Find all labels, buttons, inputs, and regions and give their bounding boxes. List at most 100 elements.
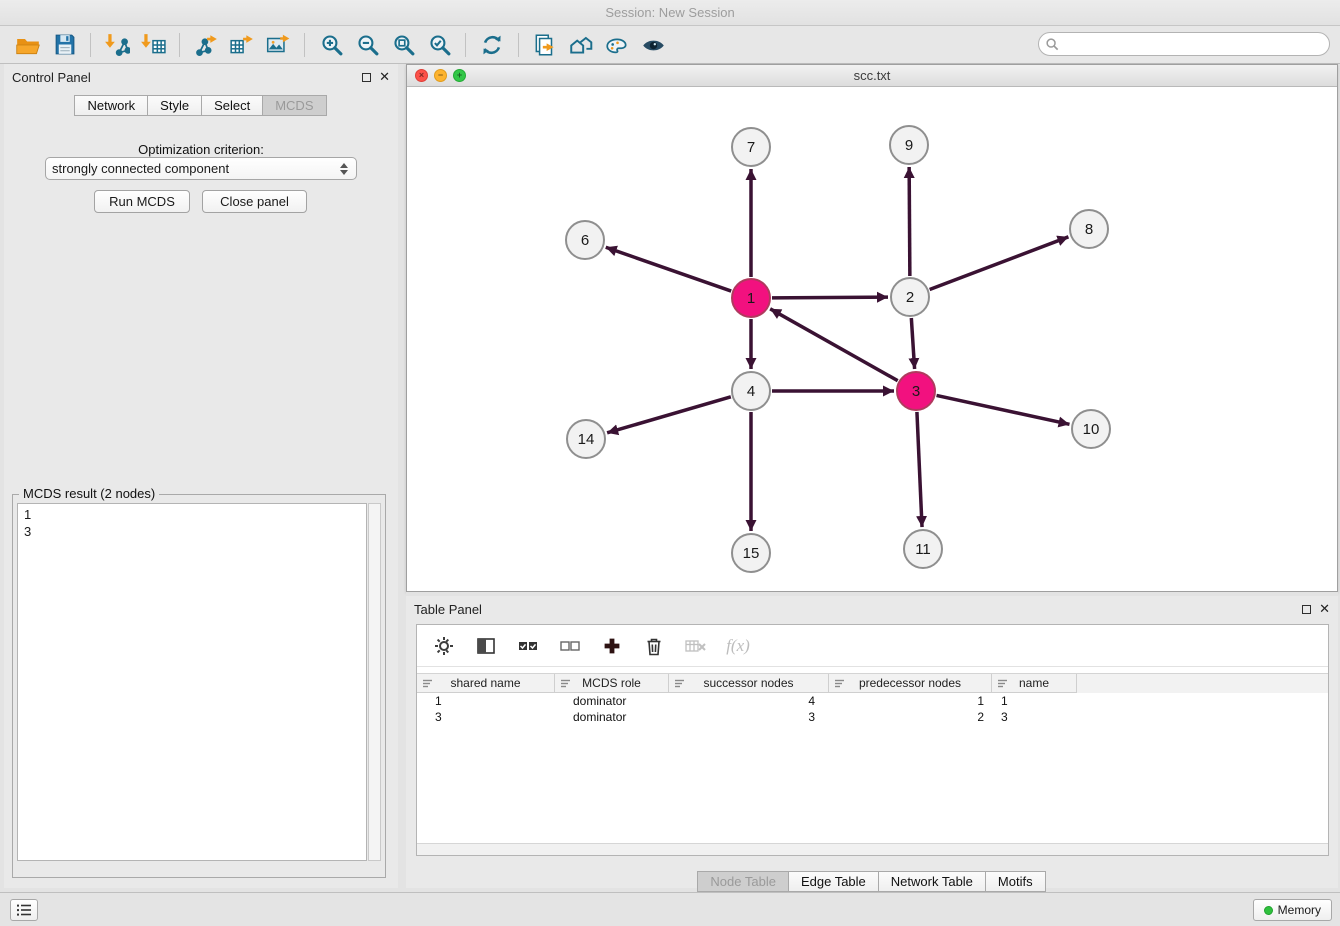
table-cell[interactable]: 3 bbox=[417, 709, 555, 725]
graph-edge-4-14[interactable] bbox=[607, 397, 731, 433]
graph-node-8[interactable]: 8 bbox=[1070, 210, 1108, 248]
tab-select[interactable]: Select bbox=[201, 95, 263, 116]
column-header-mcds-role[interactable]: MCDS role bbox=[555, 674, 669, 693]
graph-node-label: 15 bbox=[743, 545, 760, 562]
close-panel-button[interactable]: ✕ bbox=[379, 72, 390, 82]
select-all-button[interactable] bbox=[515, 633, 541, 659]
graph-edge-2-9[interactable] bbox=[909, 167, 910, 276]
table-header-row: shared name MCDS role successor nodesprede… bbox=[417, 673, 1328, 693]
show-columns-button[interactable] bbox=[473, 633, 499, 659]
import-network-button[interactable] bbox=[99, 29, 135, 61]
search-icon bbox=[1045, 37, 1060, 52]
graph-node-6[interactable]: 6 bbox=[566, 221, 604, 259]
deselect-all-button[interactable] bbox=[557, 633, 583, 659]
export-table-button[interactable] bbox=[224, 29, 260, 61]
tab-network[interactable]: Network bbox=[74, 95, 148, 116]
graph-node-label: 6 bbox=[581, 232, 589, 249]
criterion-select[interactable]: strongly connected component bbox=[45, 157, 357, 180]
table-cell[interactable]: 1 bbox=[829, 693, 992, 709]
table-row[interactable]: 3dominator323 bbox=[417, 709, 1328, 725]
table-settings-button[interactable] bbox=[431, 633, 457, 659]
table-cell[interactable]: dominator bbox=[555, 693, 669, 709]
column-header-label: shared name bbox=[450, 676, 520, 690]
tab-node-table[interactable]: Node Table bbox=[697, 871, 789, 892]
graph-node-label: 8 bbox=[1085, 221, 1093, 238]
graph-edge-3-11[interactable] bbox=[917, 412, 922, 527]
task-history-button[interactable] bbox=[10, 899, 38, 921]
table-row[interactable]: 1dominator411 bbox=[417, 693, 1328, 709]
table-cell[interactable]: 4 bbox=[669, 693, 829, 709]
tab-network-table[interactable]: Network Table bbox=[878, 871, 986, 892]
export-image-button[interactable] bbox=[260, 29, 296, 61]
zoom-fit-button[interactable] bbox=[385, 29, 421, 61]
zoom-out-button[interactable] bbox=[349, 29, 385, 61]
open-session-button[interactable] bbox=[10, 29, 46, 61]
column-header-shared-name[interactable]: shared name bbox=[417, 674, 555, 693]
memory-button[interactable]: Memory bbox=[1253, 899, 1332, 921]
column-header-name[interactable]: name bbox=[992, 674, 1077, 693]
mcds-result-list[interactable]: 13 bbox=[17, 503, 367, 861]
columns-icon bbox=[475, 635, 497, 657]
table-horizontal-scrollbar[interactable] bbox=[417, 843, 1328, 855]
import-table-button[interactable] bbox=[135, 29, 171, 61]
refresh-layout-button[interactable] bbox=[474, 29, 510, 61]
graph-node-14[interactable]: 14 bbox=[567, 420, 605, 458]
graph-node-11[interactable]: 11 bbox=[904, 530, 942, 568]
graph-edge-2-8[interactable] bbox=[930, 237, 1069, 290]
delete-column-button[interactable] bbox=[641, 633, 667, 659]
app-titlebar: Session: New Session bbox=[0, 0, 1340, 26]
zoom-selected-button[interactable] bbox=[421, 29, 457, 61]
result-scrollbar[interactable] bbox=[368, 503, 381, 861]
network-overview-button[interactable] bbox=[563, 29, 599, 61]
apply-style-button[interactable] bbox=[599, 29, 635, 61]
table-cell[interactable]: 1 bbox=[417, 693, 555, 709]
network-canvas[interactable]: 7 9 6 8 1 2 4 3 14 10 15 11 bbox=[407, 87, 1337, 591]
close-table-panel-button[interactable]: ✕ bbox=[1319, 604, 1330, 614]
graph-node-3[interactable]: 3 bbox=[897, 372, 935, 410]
import-table-icon bbox=[140, 32, 166, 58]
graph-node-label: 1 bbox=[747, 290, 755, 307]
save-session-button[interactable] bbox=[46, 29, 82, 61]
column-header-predecessor-nodes[interactable]: predecessor nodes bbox=[829, 674, 992, 693]
graph-edge-2-3[interactable] bbox=[911, 318, 914, 369]
copy-network-button[interactable] bbox=[527, 29, 563, 61]
control-panel-title: Control Panel bbox=[12, 70, 91, 85]
vertical-splitter[interactable] bbox=[398, 64, 406, 888]
table-cell[interactable]: 3 bbox=[992, 709, 1077, 725]
table-cell[interactable]: 2 bbox=[829, 709, 992, 725]
tab-style[interactable]: Style bbox=[147, 95, 202, 116]
table-panel-tabs: Node TableEdge TableNetwork TableMotifs bbox=[406, 871, 1338, 892]
float-table-panel-button[interactable] bbox=[1302, 605, 1311, 614]
graph-edge-3-1[interactable] bbox=[770, 309, 898, 381]
graph-node-4[interactable]: 4 bbox=[732, 372, 770, 410]
export-network-button[interactable] bbox=[188, 29, 224, 61]
graph-node-10[interactable]: 10 bbox=[1072, 410, 1110, 448]
graph-node-9[interactable]: 9 bbox=[890, 126, 928, 164]
graph-edge-1-2[interactable] bbox=[772, 297, 888, 298]
graph-edge-3-10[interactable] bbox=[937, 395, 1070, 424]
delete-table-button[interactable] bbox=[683, 633, 709, 659]
graph-edge-1-6[interactable] bbox=[606, 247, 731, 291]
zoom-in-button[interactable] bbox=[313, 29, 349, 61]
close-mcds-panel-button[interactable]: Close panel bbox=[202, 190, 307, 213]
tab-edge-table[interactable]: Edge Table bbox=[788, 871, 879, 892]
tab-mcds[interactable]: MCDS bbox=[262, 95, 326, 116]
table-cell[interactable]: 3 bbox=[669, 709, 829, 725]
graph-node-2[interactable]: 2 bbox=[891, 278, 929, 316]
tab-motifs[interactable]: Motifs bbox=[985, 871, 1046, 892]
table-cell[interactable]: dominator bbox=[555, 709, 669, 725]
float-panel-button[interactable] bbox=[362, 73, 371, 82]
function-builder-button[interactable]: f(x) bbox=[725, 633, 751, 659]
graph-node-7[interactable]: 7 bbox=[732, 128, 770, 166]
column-header-label: MCDS role bbox=[582, 676, 641, 690]
column-header-successor-nodes[interactable]: successor nodes bbox=[669, 674, 829, 693]
run-mcds-button[interactable]: Run MCDS bbox=[94, 190, 190, 213]
graph-node-15[interactable]: 15 bbox=[732, 534, 770, 572]
add-column-button[interactable] bbox=[599, 633, 625, 659]
export-table-icon bbox=[229, 32, 255, 58]
show-hide-button[interactable] bbox=[635, 29, 671, 61]
search-input[interactable] bbox=[1060, 35, 1329, 53]
table-cell[interactable]: 1 bbox=[992, 693, 1077, 709]
graph-node-1[interactable]: 1 bbox=[732, 279, 770, 317]
toolbar-separator bbox=[179, 33, 180, 57]
